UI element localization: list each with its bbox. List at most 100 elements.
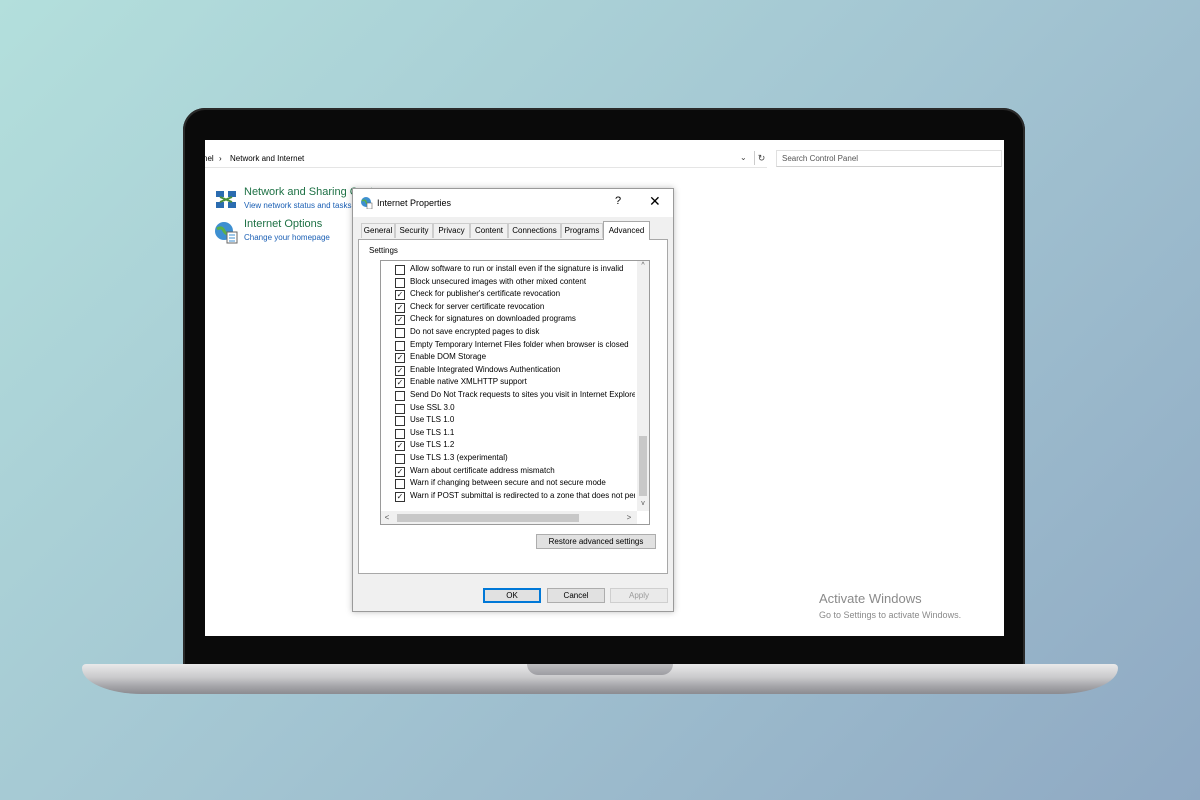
close-icon[interactable]: ✕ — [649, 193, 661, 210]
internet-properties-dialog: Internet Properties ? ✕ General Security… — [352, 188, 674, 612]
network-icon — [216, 191, 236, 208]
setting-option[interactable]: Allow software to run or install even if… — [395, 264, 635, 276]
checkbox-checked[interactable]: ✓ — [395, 365, 405, 376]
breadcrumb-separator: › — [219, 154, 222, 163]
vertical-scrollbar[interactable]: ^ v — [637, 261, 649, 511]
checkbox-unchecked[interactable] — [395, 479, 405, 490]
setting-option-label: Check for server certificate revocation — [410, 301, 545, 311]
setting-option[interactable]: ✓ Use TLS 1.2 — [395, 440, 635, 452]
activate-windows-subtitle: Go to Settings to activate Windows. — [819, 610, 962, 620]
setting-option-label: Use TLS 1.3 (experimental) — [410, 453, 508, 462]
tab-connections[interactable]: Connections — [508, 223, 561, 238]
setting-option-label: Use TLS 1.2 — [410, 440, 455, 450]
checkbox-checked[interactable]: ✓ — [395, 302, 405, 313]
setting-option[interactable]: ✓ Check for server certificate revocation — [395, 302, 635, 314]
checkbox-unchecked[interactable] — [395, 403, 405, 414]
screen: nel › Network and Internet ⌄ ↻ Search Co… — [205, 140, 1004, 636]
setting-option[interactable]: Use TLS 1.3 (experimental) — [395, 453, 635, 465]
vertical-scroll-thumb[interactable] — [639, 436, 647, 496]
checkbox-checked[interactable]: ✓ — [395, 466, 405, 477]
setting-option[interactable]: ✓ Warn if POST submittal is redirected to… — [395, 491, 635, 503]
scroll-left-icon[interactable]: < — [381, 511, 393, 524]
settings-list[interactable]: Allow software to run or install even if… — [380, 260, 650, 525]
setting-option-label: Check for signatures on downloaded progr… — [410, 314, 576, 324]
setting-option[interactable]: ✓ Check for signatures on downloaded prog… — [395, 314, 635, 326]
setting-option[interactable]: ✓ Enable DOM Storage — [395, 352, 635, 364]
scroll-up-icon[interactable]: ^ — [637, 261, 649, 271]
tab-security[interactable]: Security — [395, 223, 433, 238]
checkbox-checked[interactable]: ✓ — [395, 315, 405, 326]
breadcrumb-prefix[interactable]: nel — [205, 154, 214, 163]
horizontal-scrollbar[interactable]: < > — [381, 511, 637, 524]
setting-option-label: Check for publisher's certificate revoca… — [410, 289, 561, 299]
scroll-right-icon[interactable]: > — [623, 511, 635, 524]
checkbox-checked[interactable]: ✓ — [395, 353, 405, 364]
setting-option[interactable]: Do not save encrypted pages to disk — [395, 327, 635, 339]
setting-option-label: Block unsecured images with other mixed … — [410, 276, 587, 286]
refresh-icon[interactable]: ↻ — [754, 151, 768, 165]
setting-option-label: Enable DOM Storage — [410, 352, 487, 362]
activate-windows-title: Activate Windows — [819, 591, 922, 606]
tab-general[interactable]: General — [361, 223, 395, 238]
chevron-down-icon[interactable]: ⌄ — [740, 153, 747, 162]
checkbox-unchecked[interactable] — [395, 328, 405, 338]
tab-content[interactable]: Content — [470, 223, 508, 238]
checkbox-unchecked[interactable] — [395, 265, 405, 275]
setting-option-label: Enable native XMLHTTP support — [410, 377, 527, 387]
setting-option[interactable]: Block unsecured images with other mixed … — [395, 277, 635, 289]
setting-option-label: Warn about certificate address mismatch — [410, 465, 555, 475]
setting-option[interactable]: ✓ Enable native XMLHTTP support — [395, 377, 635, 389]
setting-option[interactable]: Send Do Not Track requests to sites you … — [395, 390, 635, 402]
checkbox-unchecked[interactable] — [395, 391, 405, 401]
checkbox-checked[interactable]: ✓ — [395, 491, 405, 502]
setting-option[interactable]: ✓ Check for publisher's certificate revoc… — [395, 289, 635, 301]
checkbox-unchecked[interactable] — [395, 416, 405, 427]
setting-option-label: Send Do Not Track requests to sites you … — [410, 390, 635, 399]
setting-option-label: Use TLS 1.1 — [410, 427, 455, 437]
scroll-down-icon[interactable]: v — [637, 499, 649, 509]
internet-options-icon — [215, 222, 238, 244]
setting-option-label: Allow software to run or install even if… — [410, 264, 624, 273]
checkbox-checked[interactable]: ✓ — [395, 290, 405, 301]
settings-label: Settings — [369, 246, 398, 255]
cancel-button[interactable]: Cancel — [547, 588, 605, 603]
setting-option[interactable]: Use SSL 3.0 — [395, 403, 635, 415]
setting-option-label: Use SSL 3.0 — [410, 402, 455, 412]
horizontal-scroll-thumb[interactable] — [397, 514, 579, 522]
setting-option-label: Do not save encrypted pages to disk — [410, 327, 540, 336]
ok-button[interactable]: OK — [483, 588, 541, 603]
help-icon[interactable]: ? — [615, 195, 621, 207]
apply-button: Apply — [610, 588, 668, 603]
checkbox-unchecked[interactable] — [395, 454, 405, 464]
tab-privacy[interactable]: Privacy — [433, 223, 470, 238]
tab-strip: General Security Privacy Content Connect… — [358, 221, 668, 240]
restore-advanced-settings-button[interactable]: Restore advanced settings — [536, 534, 656, 549]
control-panel-item-link[interactable]: Change your homepage — [244, 233, 330, 242]
breadcrumb-current[interactable]: Network and Internet — [230, 154, 304, 163]
setting-option-label: Empty Temporary Internet Files folder wh… — [410, 339, 629, 349]
setting-option[interactable]: Empty Temporary Internet Files folder wh… — [395, 340, 635, 352]
setting-option[interactable]: Use TLS 1.1 — [395, 428, 635, 440]
setting-option[interactable]: Warn if changing between secure and not … — [395, 478, 635, 490]
tab-advanced[interactable]: Advanced — [603, 221, 650, 240]
setting-option-label: Enable Integrated Windows Authentication — [410, 364, 561, 374]
setting-option-label: Use TLS 1.0 — [410, 415, 455, 425]
setting-option[interactable]: Use TLS 1.0 — [395, 415, 635, 427]
checkbox-checked[interactable]: ✓ — [395, 441, 405, 452]
checkbox-unchecked[interactable] — [395, 277, 405, 288]
laptop-notch — [527, 664, 673, 675]
setting-option-label: Warn if POST submittal is redirected to … — [410, 490, 635, 500]
setting-option[interactable]: ✓ Enable Integrated Windows Authenticatio… — [395, 365, 635, 377]
control-panel-item-link[interactable]: View network status and tasks — [244, 201, 351, 210]
address-bar[interactable]: nel › Network and Internet ⌄ ↻ — [205, 150, 767, 168]
checkbox-checked[interactable]: ✓ — [395, 378, 405, 389]
setting-option-label: Warn if changing between secure and not … — [410, 478, 606, 488]
setting-option[interactable]: ✓ Warn about certificate address mismatch — [395, 466, 635, 478]
internet-options-icon — [361, 197, 373, 209]
checkbox-unchecked[interactable] — [395, 428, 405, 439]
dialog-titlebar[interactable]: Internet Properties ? ✕ — [353, 189, 673, 217]
search-input[interactable]: Search Control Panel — [776, 150, 1002, 167]
control-panel-item-title[interactable]: Internet Options — [244, 218, 322, 230]
checkbox-unchecked[interactable] — [395, 340, 405, 351]
tab-programs[interactable]: Programs — [561, 223, 603, 238]
